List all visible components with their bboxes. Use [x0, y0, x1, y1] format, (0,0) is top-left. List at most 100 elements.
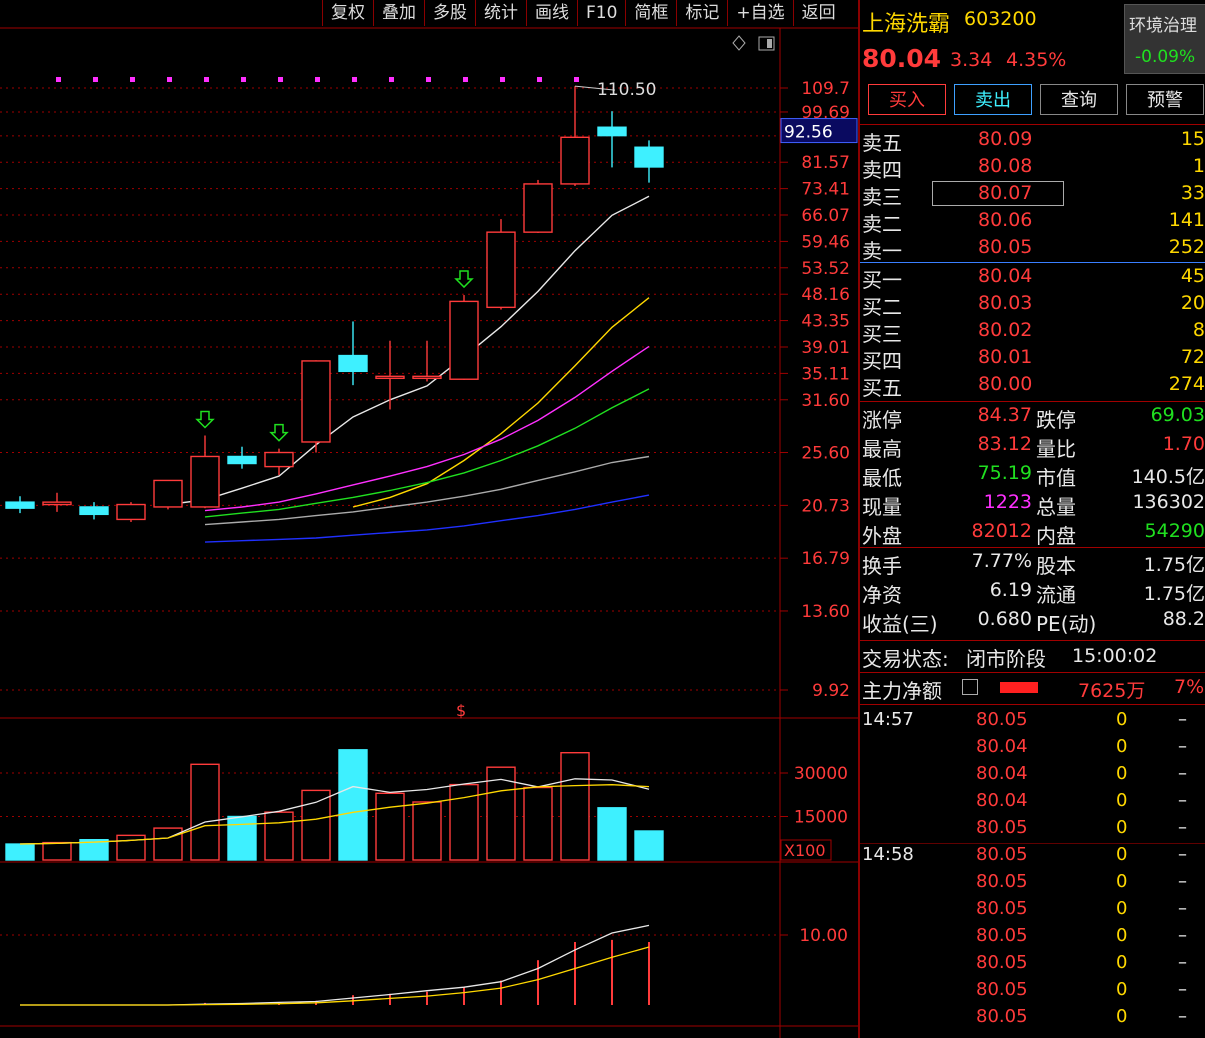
candle-body	[597, 126, 627, 137]
tick-price: 80.05	[976, 817, 1028, 838]
price-axis-label: 35.11	[801, 364, 850, 384]
stat-dt-label: 跌停	[1036, 408, 1076, 432]
candle-body	[42, 501, 72, 506]
bid-price: 80.04	[978, 265, 1033, 287]
buy-button[interactable]: 买入	[868, 84, 946, 115]
ceiling-marker	[426, 77, 431, 82]
tick-price: 80.05	[976, 1006, 1028, 1027]
trade-status-state: 闭市阶段	[966, 647, 1046, 671]
main-flow-pct: 7%	[1174, 676, 1205, 698]
tick-row[interactable]: 80.04 0 –	[860, 762, 1205, 789]
ask-volume: 141	[1168, 209, 1205, 231]
ceiling-marker	[93, 77, 98, 82]
stat-row: 外盘 82012 内盘 54290	[860, 520, 1205, 549]
crosshair-price: 92.56	[784, 123, 833, 143]
price-axis-label: 20.73	[801, 496, 850, 516]
ask-row[interactable]: 卖四 80.08 1	[860, 154, 1205, 182]
bid-price: 80.01	[978, 346, 1033, 368]
main-flow-label: 主力净额	[862, 679, 942, 703]
bid-row[interactable]: 买四 80.01 72	[860, 345, 1205, 373]
ask-row[interactable]: 卖五 80.09 15	[860, 127, 1205, 155]
kline-chart-area[interactable]: 复权 叠加 多股 统计 画线 F10 简框 标记 +自选 返回 109.7 99.…	[0, 0, 858, 1038]
selected-price-box	[932, 181, 1064, 206]
tick-row[interactable]: 14:58 80.05 0 –	[860, 843, 1205, 870]
tick-row[interactable]: 80.05 0 –	[860, 870, 1205, 897]
bid-volume: 72	[1180, 346, 1205, 368]
volume-bar	[153, 827, 183, 861]
tick-volume: 0	[1116, 979, 1128, 1000]
price-axis-label: 13.60	[801, 602, 850, 622]
tick-direction: –	[1178, 898, 1187, 919]
tick-price: 80.05	[976, 898, 1028, 919]
ask-row[interactable]: 卖一 80.05 252	[860, 235, 1205, 263]
buy-signal-arrow-icon	[195, 410, 215, 429]
list-icon[interactable]	[962, 679, 978, 695]
tick-volume: 0	[1116, 709, 1128, 730]
stat-pe-label: PE(动)	[1036, 612, 1097, 636]
ask-row[interactable]: 卖三 80.07 33	[860, 181, 1205, 209]
query-button[interactable]: 查询	[1040, 84, 1118, 115]
ask-row[interactable]: 卖二 80.06 141	[860, 208, 1205, 236]
tick-price: 80.05	[976, 952, 1028, 973]
ask-volume: 1	[1192, 155, 1205, 177]
ask-label: 卖三	[862, 185, 902, 209]
price-axis-label: 48.16	[801, 285, 850, 305]
tick-volume: 0	[1116, 925, 1128, 946]
stat-row: 最低 75.19 市值 140.5亿	[860, 462, 1205, 491]
tick-row[interactable]: 80.05 0 –	[860, 924, 1205, 951]
bid-row[interactable]: 买三 80.02 8	[860, 318, 1205, 346]
chart-canvas[interactable]: 109.799.6990.6381.5773.4166.0759.4653.52…	[0, 0, 858, 1038]
tick-row[interactable]: 80.04 0 –	[860, 789, 1205, 816]
tick-time: 14:57	[862, 709, 914, 730]
bid-row[interactable]: 买二 80.03 20	[860, 291, 1205, 319]
candle-body	[79, 506, 109, 516]
bid-row[interactable]: 买一 80.04 45	[860, 264, 1205, 292]
tick-row[interactable]: 80.05 0 –	[860, 951, 1205, 978]
ask-price: 80.09	[978, 128, 1033, 150]
volume-unit-label: X100	[784, 841, 826, 860]
quote-panel: 上海洗霸 603200 环境治理 -0.09% 80.04 3.34 4.35%…	[858, 0, 1205, 1038]
stat-low: 75.19	[977, 462, 1032, 484]
last-price: 80.04	[862, 44, 942, 73]
tick-volume: 0	[1116, 1006, 1128, 1027]
tick-row[interactable]: 80.05 0 –	[860, 978, 1205, 1005]
stat-row: 收益(三) 0.680 PE(动) 88.2	[860, 608, 1205, 637]
tick-direction: –	[1178, 925, 1187, 946]
stat-row: 现量 1223 总量 136302	[860, 491, 1205, 520]
bid-label: 买四	[862, 349, 902, 373]
sell-button[interactable]: 卖出	[954, 84, 1032, 115]
volume-bar	[227, 815, 257, 861]
tick-row[interactable]: 80.05 0 –	[860, 897, 1205, 924]
tick-row[interactable]: 14:57 80.05 0 –	[860, 708, 1205, 735]
tick-row[interactable]: 80.04 0 –	[860, 735, 1205, 762]
ask-price: 80.08	[978, 155, 1033, 177]
volume-bar	[5, 843, 35, 861]
stat-cur-vol: 1223	[983, 491, 1032, 513]
tick-direction: –	[1178, 736, 1187, 757]
candle-body	[153, 479, 183, 508]
tick-row[interactable]: 80.05 0 –	[860, 1005, 1205, 1032]
tick-direction: –	[1178, 844, 1187, 865]
tick-volume: 0	[1116, 817, 1128, 838]
tick-price: 80.05	[976, 979, 1028, 1000]
tick-volume: 0	[1116, 898, 1128, 919]
diamond-icon	[732, 35, 746, 51]
volume-bar	[597, 807, 627, 861]
bid-price: 80.02	[978, 319, 1033, 341]
alert-button[interactable]: 预警	[1126, 84, 1204, 115]
ask-label: 卖一	[862, 239, 902, 263]
candle-body	[560, 136, 590, 185]
price-axis-label: 31.60	[801, 391, 850, 411]
stat-inner: 54290	[1144, 520, 1205, 542]
tick-row[interactable]: 80.05 0 –	[860, 816, 1205, 843]
ceiling-marker	[167, 77, 172, 82]
bid-row[interactable]: 买五 80.00 274	[860, 372, 1205, 400]
bid-price: 80.00	[978, 373, 1033, 395]
volume-bar	[523, 786, 553, 861]
stat-cur-vol-label: 现量	[862, 495, 902, 519]
ma-line-ma10	[352, 297, 650, 508]
volume-bar	[116, 834, 146, 861]
candle-body	[301, 360, 331, 443]
sector-box[interactable]: 环境治理 -0.09%	[1124, 4, 1205, 74]
volume-axis-label: 30000	[794, 764, 848, 784]
